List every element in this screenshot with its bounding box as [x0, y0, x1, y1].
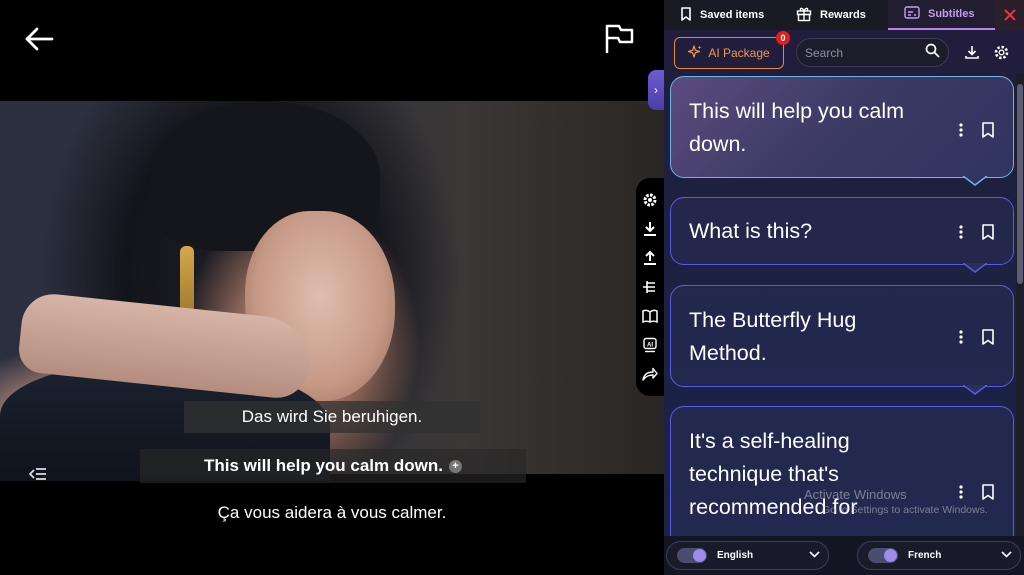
upload-icon[interactable]: [641, 248, 659, 267]
tab-saved-items[interactable]: Saved items: [664, 0, 780, 30]
bookmark-icon[interactable]: [981, 223, 995, 241]
share-icon[interactable]: [641, 364, 659, 383]
subtitle-card[interactable]: This will help you calm down.: [670, 76, 1014, 186]
chevron-down-icon: [809, 550, 820, 561]
panel-toolbar: AI Package 0: [664, 30, 1024, 74]
watermark-title: Activate Windows: [804, 487, 907, 502]
svg-text:AI: AI: [647, 342, 653, 348]
scrollbar[interactable]: [1016, 74, 1024, 536]
ai-package-label: AI Package: [708, 46, 770, 60]
language-name: English: [717, 550, 754, 561]
subtitle-card-text[interactable]: What is this?: [689, 215, 939, 248]
subtitle-card-text[interactable]: This will help you calm down.: [689, 95, 939, 161]
card-notch: [963, 385, 987, 395]
card-notch: [963, 176, 987, 186]
more-vertical-icon[interactable]: [956, 223, 966, 241]
tab-rewards[interactable]: Rewards: [780, 0, 888, 30]
subtitle-card-text[interactable]: The Butterfly Hug Method.: [689, 304, 939, 370]
scrollbar-thumb[interactable]: [1017, 84, 1023, 284]
gear-icon[interactable]: [641, 190, 659, 209]
close-icon[interactable]: [995, 0, 1024, 30]
subtitle-card[interactable]: The Butterfly Hug Method.: [670, 285, 1014, 395]
more-vertical-icon[interactable]: [956, 328, 966, 346]
search-icon[interactable]: [925, 43, 940, 63]
tab-subtitles[interactable]: Subtitles: [888, 0, 995, 30]
ai-package-badge: 0: [776, 31, 790, 45]
bookmark-icon[interactable]: [981, 328, 995, 346]
tab-saved-items-label: Saved items: [700, 9, 765, 21]
bookmark-icon[interactable]: [981, 121, 995, 139]
back-arrow-icon[interactable]: [22, 24, 56, 54]
language-toggle[interactable]: [677, 548, 707, 563]
flag-icon[interactable]: [602, 22, 636, 56]
video-player[interactable]: Das wird Sie beruhigen. This will help y…: [0, 0, 664, 575]
chevron-down-icon: [1001, 550, 1012, 561]
subtitle-english-text[interactable]: This will help you calm down.: [204, 456, 443, 476]
panel-tab-bar: Saved items Rewards Subtitles: [664, 0, 1024, 30]
list-toggle-icon[interactable]: [28, 466, 48, 482]
subtitle-card[interactable]: It's a self-healing technique that's rec…: [670, 406, 1014, 536]
ai-chip-icon[interactable]: AI: [641, 335, 659, 354]
subtitle-english[interactable]: This will help you calm down. +: [140, 449, 526, 483]
subtitle-card-list[interactable]: This will help you calm down. What is th…: [664, 74, 1016, 536]
tree-list-icon[interactable]: [641, 277, 659, 296]
subtitle-panel: Saved items Rewards Subtitles AI Package…: [664, 0, 1024, 575]
language-select-primary[interactable]: English: [666, 541, 829, 570]
subtitle-french[interactable]: Ça vous aidera à vous calmer.: [0, 503, 664, 523]
tab-rewards-label: Rewards: [820, 9, 866, 21]
side-toolbar: AI: [636, 178, 664, 396]
windows-activation-watermark: Activate Windows Go to Settings to activ…: [804, 487, 988, 516]
ai-package-button[interactable]: AI Package: [674, 37, 784, 69]
book-icon[interactable]: [641, 306, 659, 325]
card-notch: [963, 263, 987, 273]
bookmark-icon: [680, 6, 692, 24]
language-name: French: [908, 550, 942, 561]
more-vertical-icon[interactable]: [956, 121, 966, 139]
watermark-subtitle: Go to Settings to activate Windows.: [822, 504, 988, 516]
language-bar: English French: [664, 536, 1024, 575]
language-select-secondary[interactable]: French: [857, 541, 1021, 570]
search-input[interactable]: [805, 45, 925, 60]
tab-subtitles-label: Subtitles: [928, 8, 975, 20]
subtitle-german[interactable]: Das wird Sie beruhigen.: [184, 401, 480, 433]
search-box[interactable]: [796, 38, 949, 67]
download-icon[interactable]: [641, 219, 659, 238]
chevron-right-icon[interactable]: ›: [648, 70, 664, 110]
download-icon[interactable]: [964, 44, 982, 62]
subtitles-icon: [904, 6, 920, 22]
sparkle-icon: [688, 44, 702, 62]
plus-icon[interactable]: +: [448, 459, 462, 473]
subtitle-card[interactable]: What is this?: [670, 197, 1014, 273]
gear-icon[interactable]: [993, 44, 1011, 62]
gift-icon: [796, 6, 812, 25]
language-toggle[interactable]: [868, 548, 898, 563]
